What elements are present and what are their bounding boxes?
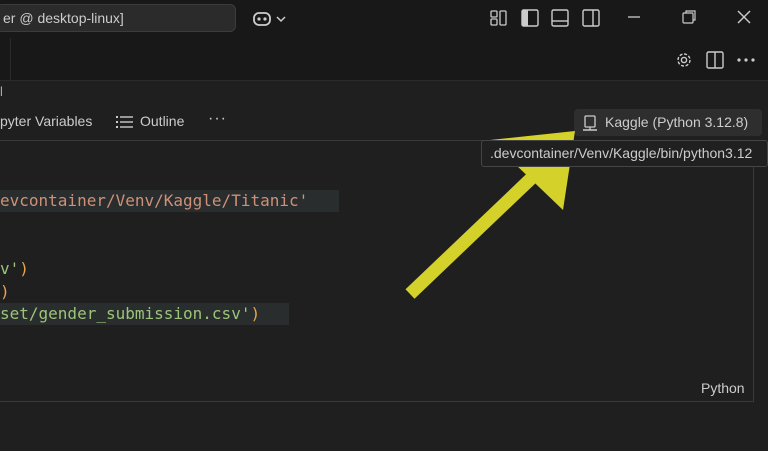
outline-button[interactable]: Outline [140,113,184,129]
code-line-4-string: set/gender_submission.csv' [0,304,251,323]
kernel-path-tooltip: .devcontainer/Venv/Kaggle/bin/python3.12 [481,140,768,167]
outline-icon[interactable] [116,114,134,135]
tab-divider [10,38,11,80]
kernel-icon [582,114,598,141]
code-line-3[interactable]: ) [0,281,10,303]
code-line-4[interactable]: set/gender_submission.csv') [0,303,289,325]
notebook-more-button[interactable]: ··· [208,110,227,128]
toggle-panel-icon[interactable] [551,9,569,27]
customize-layout-icon[interactable] [490,10,508,26]
restore-icon[interactable] [682,10,696,24]
gear-icon[interactable] [675,51,693,69]
cell-language-indicator[interactable]: Python [701,380,745,396]
breadcrumb[interactable]: l [0,84,3,102]
code-line-3-paren: ) [0,282,10,301]
toggle-primary-sidebar-icon[interactable] [521,9,539,27]
code-line-1[interactable]: evcontainer/Venv/Kaggle/Titanic' [0,190,339,212]
command-center-search[interactable]: er @ desktop-linux] [0,4,236,32]
minimize-icon[interactable] [627,10,641,24]
split-editor-icon[interactable] [706,51,724,69]
kernel-picker-button[interactable]: Kaggle (Python 3.12.8) [574,109,762,136]
code-line-4-paren: ) [250,304,261,323]
code-cell[interactable] [0,140,754,402]
close-icon[interactable] [737,10,751,24]
more-actions-icon[interactable] [736,51,756,69]
copilot-icon[interactable] [251,9,287,29]
toggle-secondary-sidebar-icon[interactable] [582,9,600,27]
code-line-2-paren: ) [19,259,29,278]
kernel-label: Kaggle (Python 3.12.8) [605,114,749,130]
editor-tab-bar [0,38,768,81]
jupyter-variables-button[interactable]: pyter Variables [0,113,92,129]
code-line-2-string: v' [0,259,20,278]
title-bar: er @ desktop-linux] [0,0,768,38]
code-line-2[interactable]: v') [0,258,29,280]
